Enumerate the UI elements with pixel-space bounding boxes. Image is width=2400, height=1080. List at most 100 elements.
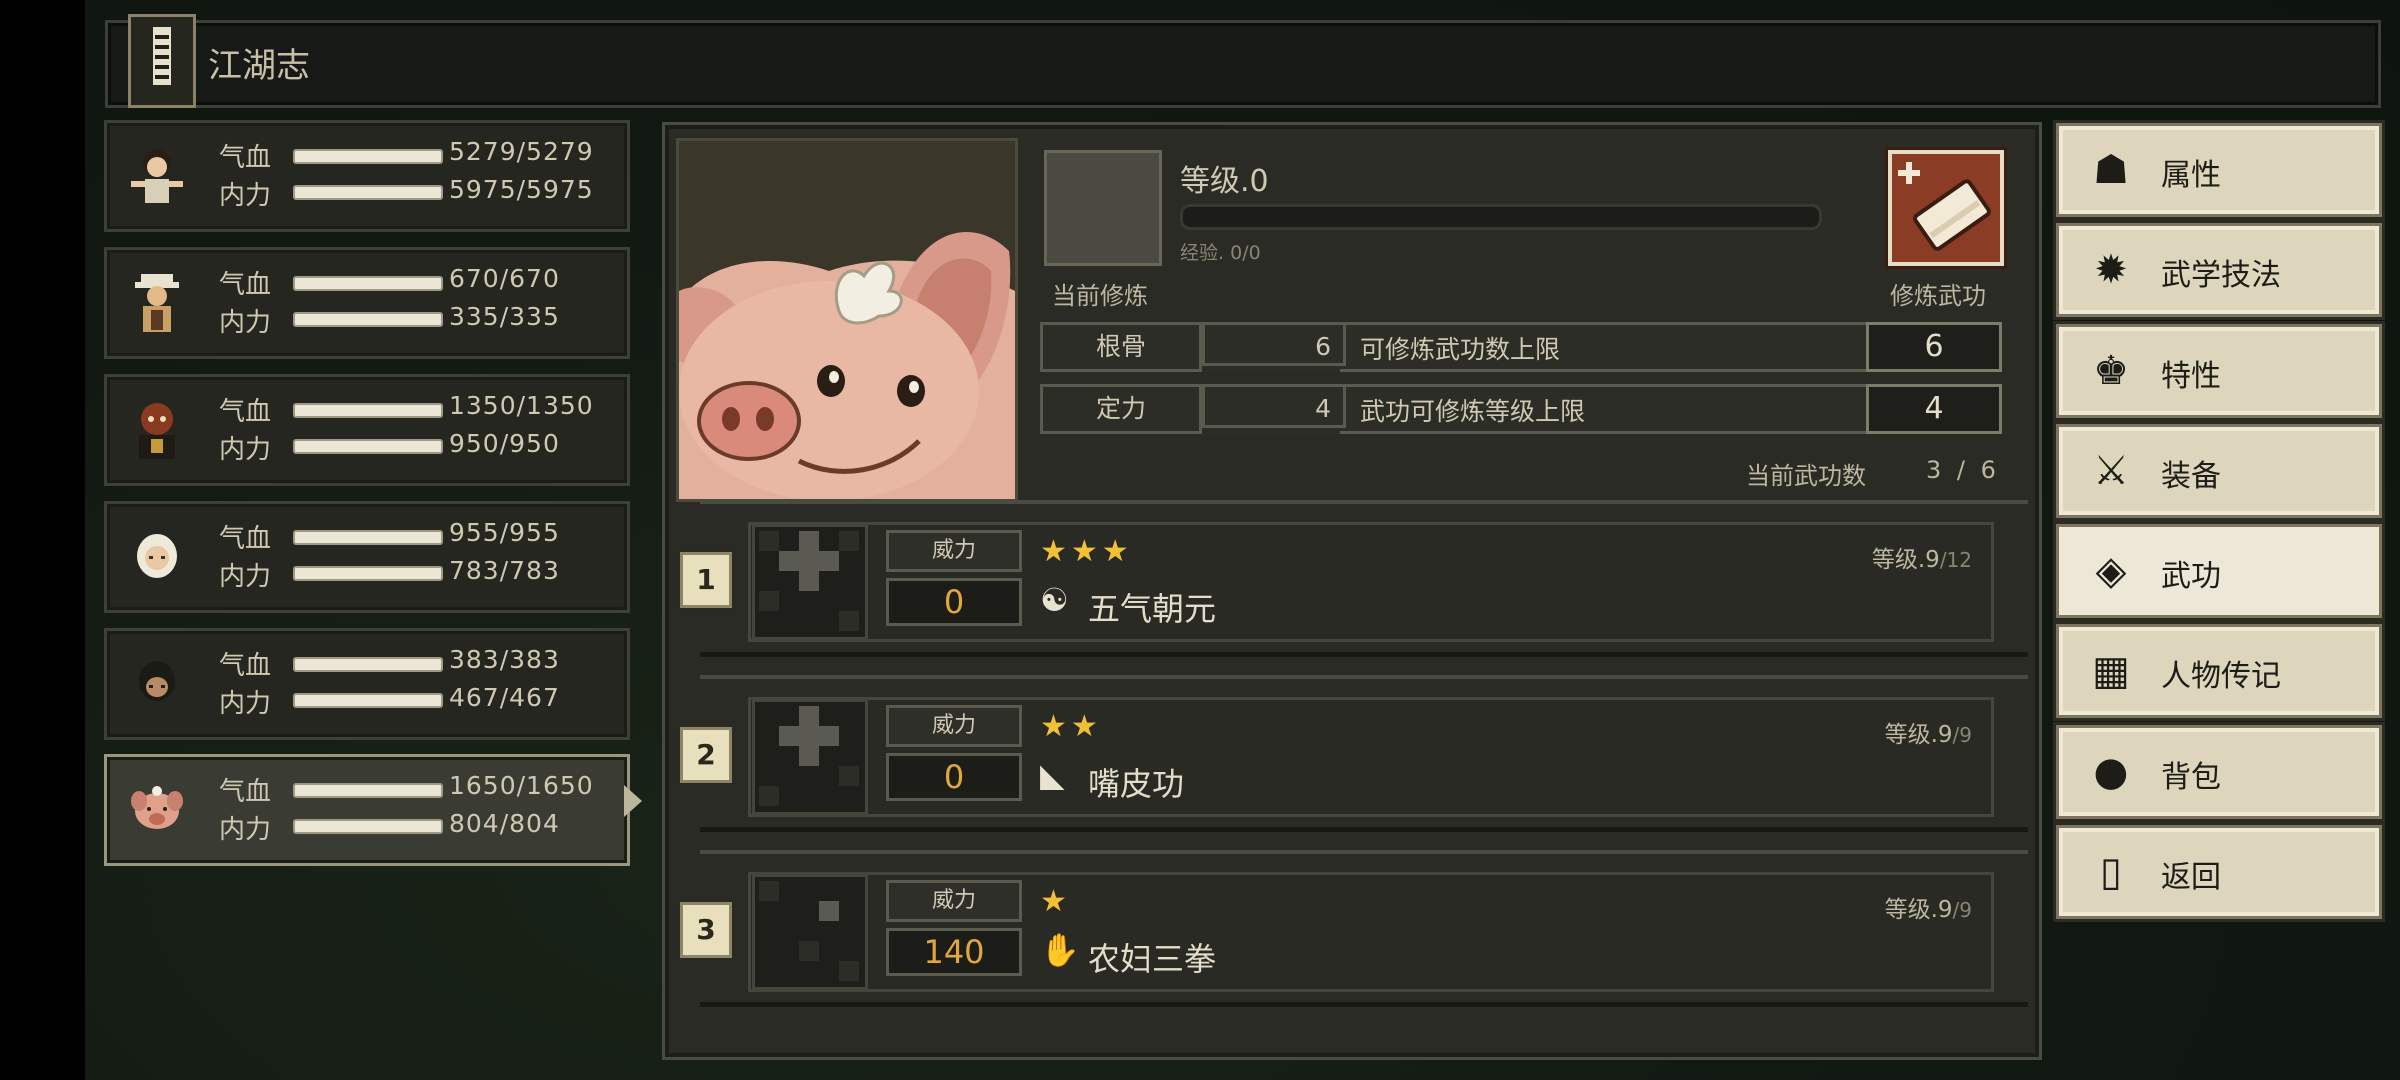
skill-name: 农妇三拳 <box>1088 940 1217 978</box>
biography-icon: ▦ <box>2092 648 2130 694</box>
plus-book-icon <box>1898 162 1991 251</box>
skill-level: 等级.9/9 <box>1885 890 1972 924</box>
mp-bar <box>293 185 443 200</box>
skill-level-max: /9 <box>1952 723 1972 747</box>
skill-level: 等级.9/12 <box>1872 540 1972 574</box>
character-avatar <box>137 534 177 578</box>
attribute-value: 4 <box>1202 384 1346 428</box>
star-rating: ★ <box>1040 884 1071 919</box>
menu-label: 武功 <box>2161 559 2221 594</box>
hp-bar <box>293 149 443 164</box>
mp-value: 5975/5975 <box>449 175 594 204</box>
exp-text: 经验. 0/0 <box>1180 242 1261 264</box>
left-band <box>0 0 85 1080</box>
character-avatar <box>131 786 183 829</box>
menu-label: 特性 <box>2161 359 2221 394</box>
hp-bar <box>293 530 443 545</box>
hp-bar <box>293 403 443 418</box>
mp-label: 内力 <box>219 308 272 338</box>
skill-slot-1[interactable]: 威力 0 ★★★ ☯ 五气朝元 等级.9/12 <box>700 500 2030 657</box>
skill-count-value: 3 / 6 <box>1926 456 2000 484</box>
power-value: 140 <box>886 928 1022 976</box>
journal-book-icon <box>128 14 196 108</box>
star-rating: ★★★ <box>1040 534 1133 569</box>
character-avatar <box>139 403 175 459</box>
mp-label: 内力 <box>219 435 272 465</box>
hp-label: 气血 <box>219 270 272 300</box>
mp-label: 内力 <box>219 815 272 845</box>
mp-bar <box>293 566 443 581</box>
hp-bar <box>293 657 443 672</box>
power-value: 0 <box>886 578 1022 626</box>
mp-value: 950/950 <box>449 429 560 458</box>
mp-bar <box>293 819 443 834</box>
attribute-name: 根骨 <box>1040 322 1202 372</box>
character-card-6-selected[interactable]: 气血 1650/1650 内力 804/804 <box>104 754 630 866</box>
character-card-1[interactable]: 气血 5279/5279 内力 5975/5975 <box>104 120 630 232</box>
current-cultivation-slot[interactable] <box>1044 150 1162 266</box>
skill-name: 嘴皮功 <box>1088 765 1185 803</box>
skill-slot-2[interactable]: 威力 0 ★★ ◣ 嘴皮功 等级.9/9 <box>700 675 2030 832</box>
mp-value: 804/804 <box>449 809 560 838</box>
mp-bar <box>293 693 443 708</box>
menu-traits-button[interactable]: ♚ 特性 <box>2056 324 2382 418</box>
skill-level-max: /9 <box>1952 898 1972 922</box>
menu-biography-button[interactable]: ▦ 人物传记 <box>2056 624 2382 718</box>
skill-count-label: 当前武功数 <box>1746 462 1866 490</box>
menu-bag-button[interactable]: ● 背包 <box>2056 725 2382 819</box>
pig-portrait-image <box>679 141 1015 499</box>
mp-value: 335/335 <box>449 302 560 331</box>
hp-label: 气血 <box>219 397 272 427</box>
skill-slot-3[interactable]: 威力 140 ★ ✋ 农妇三拳 等级.9/9 <box>700 850 2030 1007</box>
attribute-row-dingli: 定力 4 武功可修炼等级上限 4 <box>1040 384 2002 434</box>
door-icon: ▯ <box>2099 849 2122 895</box>
mp-label: 内力 <box>219 181 272 211</box>
character-avatar <box>139 661 175 701</box>
character-card-5[interactable]: 气血 383/383 内力 467/467 <box>104 628 630 740</box>
power-label: 威力 <box>886 530 1022 572</box>
character-avatar <box>135 274 179 332</box>
mp-bar <box>293 312 443 327</box>
menu-label: 返回 <box>2161 860 2221 895</box>
hp-label: 气血 <box>219 524 272 554</box>
menu-label: 武学技法 <box>2161 258 2281 293</box>
menu-equipment-button[interactable]: ⚔ 装备 <box>2056 424 2382 518</box>
skill-shape-grid <box>752 874 868 990</box>
menu-label: 背包 <box>2161 760 2221 795</box>
mp-value: 467/467 <box>449 683 560 712</box>
menu-back-button[interactable]: ▯ 返回 <box>2056 825 2382 919</box>
learn-skill-label: 修炼武功 <box>1890 282 1986 310</box>
hp-value: 1350/1350 <box>449 391 594 420</box>
skill-name: 五气朝元 <box>1088 590 1217 628</box>
sword-icon: ⚔ <box>2093 448 2129 494</box>
slot-number-1: 1 <box>680 552 732 608</box>
attribute-limit: 6 <box>1866 322 2002 372</box>
learn-skill-button[interactable] <box>1888 150 2004 266</box>
page-title: 江湖志 <box>208 46 310 86</box>
menu-martial-techniques-button[interactable]: ✹ 武学技法 <box>2056 223 2382 317</box>
character-card-3[interactable]: 气血 1350/1350 内力 950/950 <box>104 374 630 486</box>
menu-martial-skills-button[interactable]: ◈ 武功 <box>2056 524 2382 618</box>
attribute-name: 定力 <box>1040 384 1202 434</box>
attribute-description: 可修炼武功数上限 <box>1360 335 1561 364</box>
power-label: 威力 <box>886 705 1022 747</box>
skill-level-max: /12 <box>1939 548 1972 572</box>
skill-book-icon: ◈ <box>2095 548 2127 594</box>
menu-label: 属性 <box>2161 158 2221 193</box>
hp-label: 气血 <box>219 651 272 681</box>
character-card-2[interactable]: 气血 670/670 内力 335/335 <box>104 247 630 359</box>
skill-level-current: 等级.9 <box>1884 722 1953 748</box>
character-card-4[interactable]: 气血 955/955 内力 783/783 <box>104 501 630 613</box>
mp-label: 内力 <box>219 689 272 719</box>
mp-label: 内力 <box>219 562 272 592</box>
attribute-description: 武功可修炼等级上限 <box>1360 397 1586 426</box>
attribute-row-gengu: 根骨 6 可修炼武功数上限 6 <box>1040 322 2002 372</box>
power-value: 0 <box>886 753 1022 801</box>
slot-number-2: 2 <box>680 727 732 783</box>
hp-value: 383/383 <box>449 645 560 674</box>
trait-icon: ♚ <box>2093 348 2129 394</box>
skill-level: 等级.9/9 <box>1885 715 1972 749</box>
skill-shape-grid <box>752 699 868 815</box>
hp-label: 气血 <box>219 143 272 173</box>
menu-attributes-button[interactable]: ☗ 属性 <box>2056 123 2382 217</box>
